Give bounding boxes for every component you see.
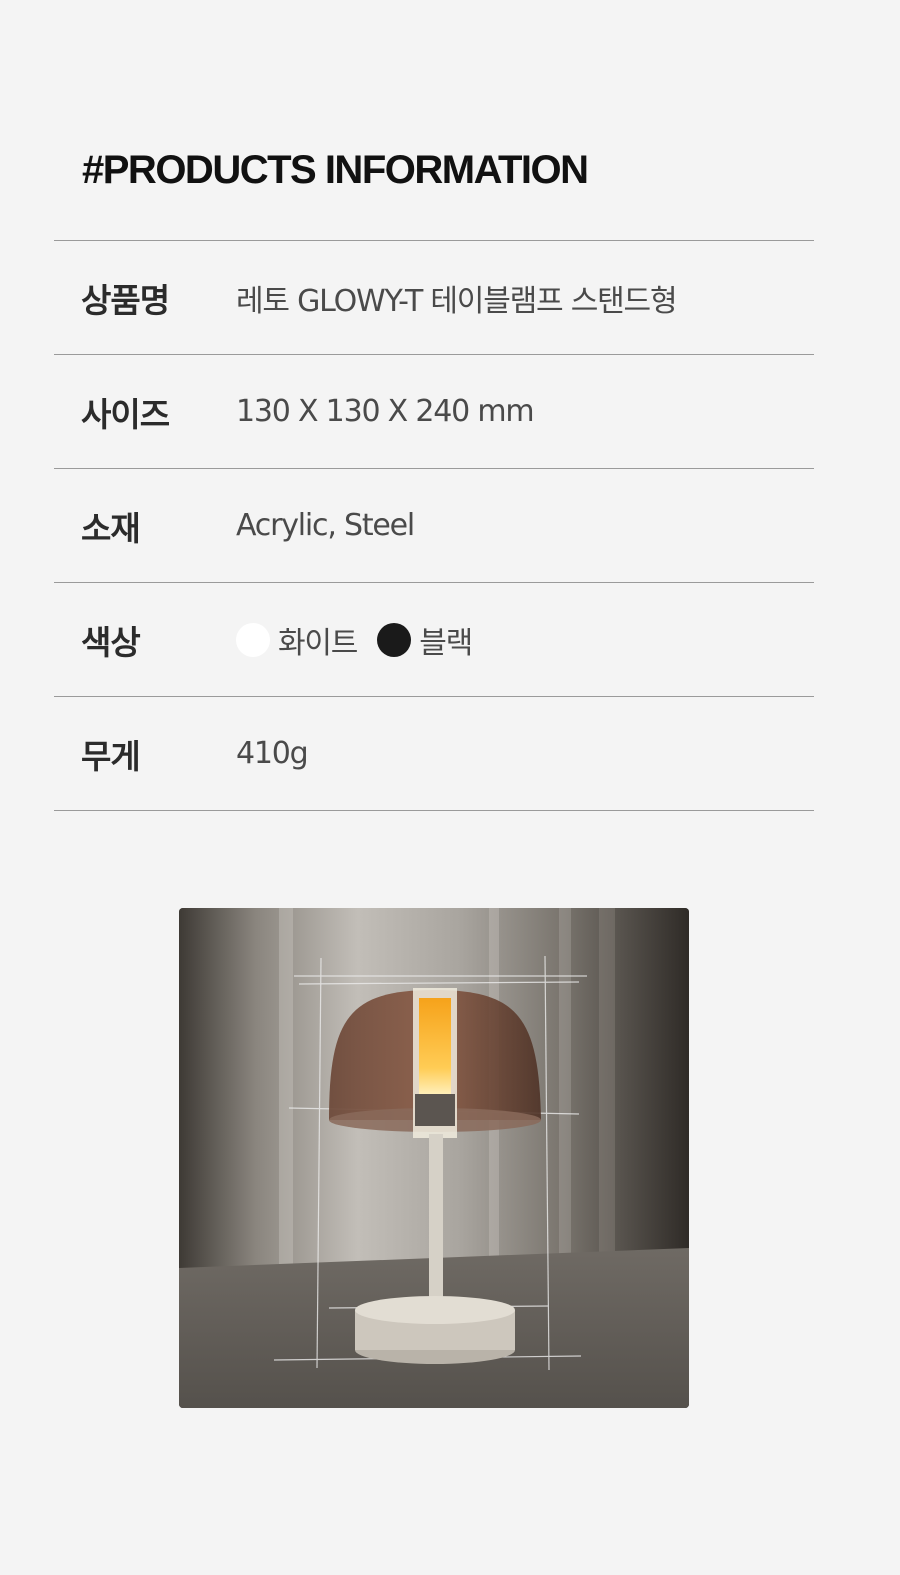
row-label: 상품명: [81, 280, 170, 320]
row-label: 색상: [81, 622, 141, 662]
row-label: 소재: [81, 508, 141, 548]
table-lamp-illustration: [179, 908, 689, 1408]
row-label: 사이즈: [81, 394, 170, 434]
info-row-material: 소재 Acrylic, Steel: [54, 469, 814, 583]
color-name-black: 블랙: [419, 625, 473, 661]
color-name-white: 화이트: [278, 625, 358, 661]
color-options: 화이트 블랙: [236, 618, 473, 662]
row-value: 410g: [236, 736, 309, 771]
row-label: 무게: [81, 736, 141, 776]
section-title: #PRODUCTS INFORMATION: [82, 148, 589, 192]
info-row-color: 색상 화이트 블랙: [54, 583, 814, 697]
white-color-swatch: [236, 622, 270, 657]
product-image: [179, 908, 689, 1408]
info-row-product-name: 상품명 레토 GLOWY-T 테이블램프 스탠드형: [54, 241, 814, 355]
product-info-table: 상품명 레토 GLOWY-T 테이블램프 스탠드형 사이즈 130 X 130 …: [54, 240, 814, 811]
black-color-swatch: [377, 622, 412, 657]
info-row-size: 사이즈 130 X 130 X 240 mm: [54, 355, 814, 469]
row-value: 130 X 130 X 240 mm: [236, 394, 535, 429]
row-value: Acrylic, Steel: [236, 508, 415, 543]
info-row-weight: 무게 410g: [54, 697, 814, 811]
row-value: 레토 GLOWY-T 테이블램프 스탠드형: [236, 283, 678, 319]
